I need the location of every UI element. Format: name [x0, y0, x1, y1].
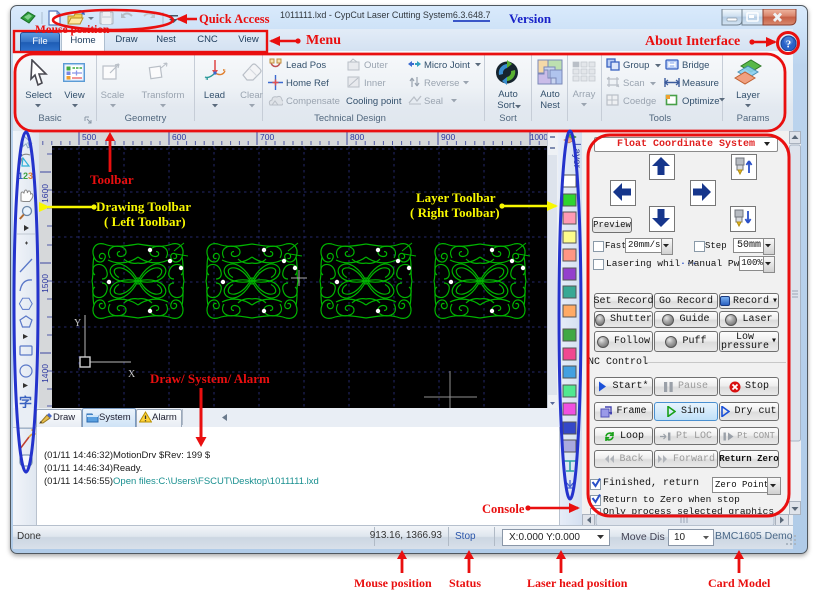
svg-text:3: 3: [28, 171, 33, 181]
svg-text:900: 900: [441, 132, 455, 142]
svg-text:600: 600: [172, 132, 186, 142]
svg-text:500: 500: [82, 132, 96, 142]
svg-text:Y: Y: [74, 318, 81, 329]
svg-text:?: ?: [786, 39, 792, 51]
svg-text:700: 700: [260, 132, 274, 142]
svg-text:800: 800: [350, 132, 364, 142]
svg-text:1400: 1400: [40, 364, 50, 383]
svg-text:Layer: Layer: [571, 143, 582, 169]
svg-text:1500: 1500: [40, 274, 50, 293]
svg-text:1600: 1600: [40, 184, 50, 203]
svg-text:X: X: [128, 369, 136, 380]
svg-text:1000: 1000: [530, 133, 547, 142]
